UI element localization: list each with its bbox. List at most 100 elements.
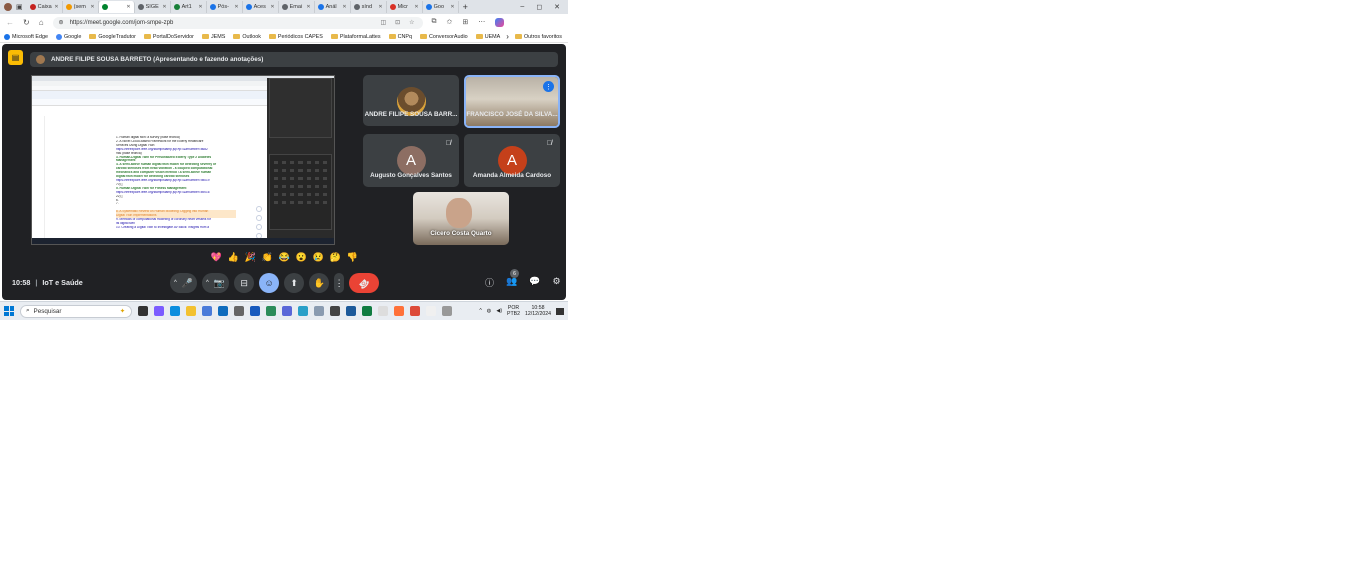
tray-overflow-icon[interactable]: ^	[479, 308, 481, 314]
read-aloud-icon[interactable]: ⊡	[395, 19, 400, 26]
browser-tab[interactable]: (sem ✕	[63, 1, 99, 13]
chrome-icon[interactable]	[410, 306, 420, 316]
task-view-icon[interactable]	[138, 306, 148, 316]
network-icon[interactable]: ◍	[487, 308, 492, 314]
favorites-icon[interactable]: ✩	[447, 18, 453, 27]
app-icon-4[interactable]	[330, 306, 340, 316]
participant-tile[interactable]: A 🎙̸ Amanda Almeida Cardoso	[464, 134, 560, 187]
participant-tile[interactable]: ANDRE FILIPE SOUSA BARR...	[363, 75, 459, 126]
bookmark-item[interactable]: JEMS	[201, 34, 225, 40]
close-window-button[interactable]: ✕	[554, 3, 560, 11]
reaction-button[interactable]: 👍	[228, 252, 239, 263]
camera-options-icon[interactable]: ^	[206, 280, 209, 286]
close-tab-icon[interactable]: ✕	[450, 4, 454, 10]
profile-icon[interactable]	[4, 3, 12, 11]
raise-hand-button[interactable]: ✋	[309, 273, 330, 293]
browser-tab[interactable]: ✕	[98, 1, 135, 13]
participant-tile[interactable]: Cicero Costa Quarto	[413, 192, 509, 245]
close-tab-icon[interactable]: ✕	[162, 4, 166, 10]
volume-icon[interactable]: ◀)	[496, 308, 502, 314]
close-tab-icon[interactable]: ✕	[414, 4, 418, 10]
favorite-star-icon[interactable]: ☆	[409, 19, 414, 26]
info-icon[interactable]: ⓘ	[485, 276, 494, 289]
browser-tab[interactable]: SIGE ✕	[135, 1, 171, 13]
site-info-icon[interactable]: ⊜	[59, 19, 64, 26]
mic-icon[interactable]: 🎤	[182, 278, 193, 289]
address-bar[interactable]: ⊜ https://meet.google.com/jom-smpe-zpb ◫…	[52, 16, 423, 29]
app-icon-2[interactable]	[298, 306, 308, 316]
app-icon[interactable]	[282, 306, 292, 316]
more-options-icon[interactable]: ⋯	[478, 18, 485, 27]
bookmark-item[interactable]: UEMA	[475, 34, 500, 40]
leave-call-button[interactable]: ☎	[349, 273, 380, 293]
close-tab-icon[interactable]: ✕	[90, 4, 94, 10]
present-button[interactable]: ⬆	[284, 273, 305, 293]
taskbar-search[interactable]: ⌕ Pesquisar ✦	[20, 304, 132, 318]
collections-icon[interactable]: ⊞	[462, 18, 468, 27]
copilot-icon[interactable]	[154, 306, 164, 316]
mic-options-icon[interactable]: ^	[174, 280, 177, 286]
close-tab-icon[interactable]: ✕	[378, 4, 382, 10]
participant-tile[interactable]: ⋮ FRANCISCO JOSÉ DA SILVA...	[464, 75, 560, 128]
browser-tab[interactable]: Micr ✕	[387, 1, 423, 13]
refresh-button[interactable]: ↻	[23, 18, 30, 27]
system-clock[interactable]: 10:58 12/12/2024	[525, 305, 551, 317]
presentation-icon[interactable]: ▤	[8, 50, 23, 65]
home-button[interactable]: ⌂	[39, 18, 44, 27]
notifications-icon[interactable]	[556, 307, 564, 315]
file-explorer-icon[interactable]	[186, 306, 196, 316]
window-icon[interactable]	[442, 306, 452, 316]
browser-tab[interactable]: Caixa ✕	[27, 1, 63, 13]
browser-tab[interactable]: Aces ✕	[243, 1, 279, 13]
chat-icon[interactable]: 💬	[529, 276, 540, 289]
close-tab-icon[interactable]: ✕	[126, 4, 130, 10]
bookmark-item[interactable]: PortalDoServidor	[143, 34, 194, 40]
outlook-icon[interactable]	[218, 306, 228, 316]
close-tab-icon[interactable]: ✕	[198, 4, 202, 10]
bookmark-item[interactable]: Periódicos CAPES	[268, 34, 323, 40]
settings-icon[interactable]	[234, 306, 244, 316]
browser-tab[interactable]: sínd ✕	[351, 1, 387, 13]
other-favorites[interactable]: Outros favoritos	[514, 34, 562, 40]
app-icon-5[interactable]	[346, 306, 356, 316]
browser-tab[interactable]: Anál ✕	[315, 1, 351, 13]
back-button[interactable]: ←	[6, 18, 14, 27]
reaction-button[interactable]: 💖	[211, 252, 222, 263]
bookmark-item[interactable]: ConversorAudio	[420, 34, 468, 40]
bookmark-item[interactable]: GoogleTradutor	[89, 34, 136, 40]
reaction-button[interactable]: 🤔	[330, 252, 341, 263]
browser-tab[interactable]: Emai ✕	[279, 1, 315, 13]
captions-button[interactable]: ⊟	[234, 273, 255, 293]
reaction-button[interactable]: 🎉	[245, 252, 256, 263]
store-icon[interactable]	[202, 306, 212, 316]
more-options-button[interactable]: ⋮	[334, 273, 345, 293]
language-indicator[interactable]: POR PTB2	[507, 305, 520, 317]
camera-icon[interactable]: 📷	[214, 278, 225, 289]
people-icon[interactable]: 👥	[506, 276, 517, 289]
reaction-button[interactable]: 😢	[313, 252, 324, 263]
close-tab-icon[interactable]: ✕	[270, 4, 274, 10]
firefox-icon[interactable]	[394, 306, 404, 316]
reaction-button[interactable]: 👎	[347, 252, 358, 263]
browser-tab[interactable]: Pós- ✕	[207, 1, 243, 13]
more-bookmarks-button[interactable]: ›	[506, 32, 509, 41]
minimize-button[interactable]: –	[520, 3, 524, 11]
new-tab-button[interactable]: +	[463, 2, 468, 12]
emoji-button[interactable]: ☺	[259, 273, 280, 293]
close-tab-icon[interactable]: ✕	[234, 4, 238, 10]
close-tab-icon[interactable]: ✕	[306, 4, 310, 10]
tab-actions-icon[interactable]: ▣	[16, 3, 23, 11]
word-icon[interactable]	[250, 306, 260, 316]
copilot-icon[interactable]	[495, 18, 505, 27]
reaction-button[interactable]: 👏	[262, 252, 273, 263]
browser-tab[interactable]: Goo ✕	[423, 1, 459, 13]
camera-permission-icon[interactable]: ◫	[380, 19, 386, 26]
windows-start-icon[interactable]	[4, 306, 14, 316]
close-tab-icon[interactable]: ✕	[342, 4, 346, 10]
app-icon-3[interactable]	[314, 306, 324, 316]
pen-icon[interactable]	[266, 306, 276, 316]
bookmark-item[interactable]: Microsoft Edge	[4, 33, 48, 40]
reaction-button[interactable]: 😂	[279, 252, 290, 263]
doc-app-icon[interactable]	[426, 306, 436, 316]
maximize-button[interactable]: ◻	[536, 3, 542, 11]
